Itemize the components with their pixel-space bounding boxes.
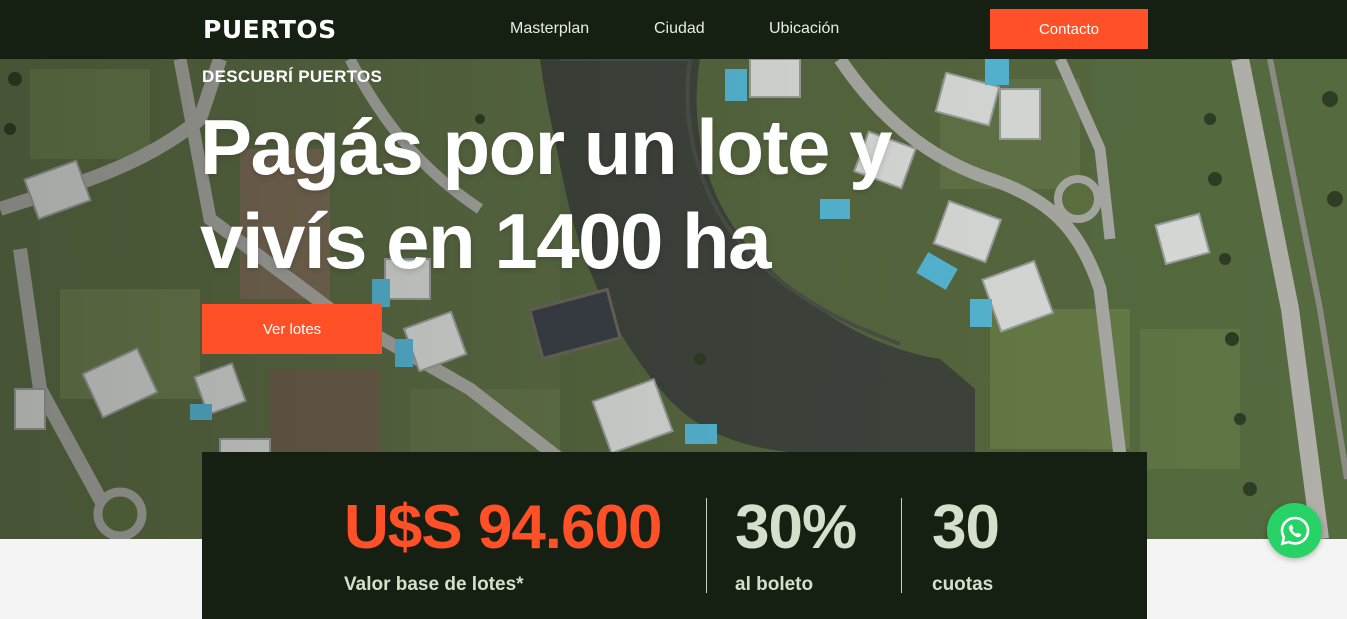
nav-ciudad[interactable]: Ciudad bbox=[654, 20, 705, 38]
stat-price-value: U$S 94.600 bbox=[344, 493, 662, 562]
hero-headline: Pagás por un lote y vivís en 1400 ha bbox=[200, 100, 960, 288]
contact-button[interactable]: Contacto bbox=[990, 9, 1148, 49]
stat-down-payment: 30% al boleto bbox=[735, 493, 857, 596]
headline-line-1: Pagás por un lote y bbox=[200, 103, 892, 191]
nav-ubicacion[interactable]: Ubicación bbox=[769, 20, 839, 38]
stat-divider bbox=[706, 498, 707, 593]
stat-price-label: Valor base de lotes* bbox=[344, 574, 524, 595]
stats-panel: U$S 94.600 Valor base de lotes* 30% al b… bbox=[202, 452, 1147, 619]
stat-divider bbox=[901, 498, 902, 593]
stat-down-payment-label: al boleto bbox=[735, 574, 814, 595]
stat-down-payment-value: 30% bbox=[735, 493, 857, 562]
nav-masterplan[interactable]: Masterplan bbox=[510, 20, 589, 38]
hero-eyebrow: DESCUBRÍ PUERTOS bbox=[202, 67, 383, 86]
site-header: PUERTOS Masterplan Ciudad Ubicación Cont… bbox=[0, 0, 1347, 59]
whatsapp-icon bbox=[1280, 516, 1309, 545]
headline-line-2: vivís en 1400 ha bbox=[200, 197, 772, 285]
whatsapp-button[interactable] bbox=[1267, 503, 1322, 558]
logo[interactable]: PUERTOS bbox=[203, 15, 337, 44]
stat-installments: 30 cuotas bbox=[932, 493, 1000, 596]
view-lots-button[interactable]: Ver lotes bbox=[202, 304, 382, 354]
stat-installments-value: 30 bbox=[932, 493, 1000, 562]
stat-installments-label: cuotas bbox=[932, 574, 994, 595]
stat-price: U$S 94.600 Valor base de lotes* bbox=[344, 493, 662, 596]
